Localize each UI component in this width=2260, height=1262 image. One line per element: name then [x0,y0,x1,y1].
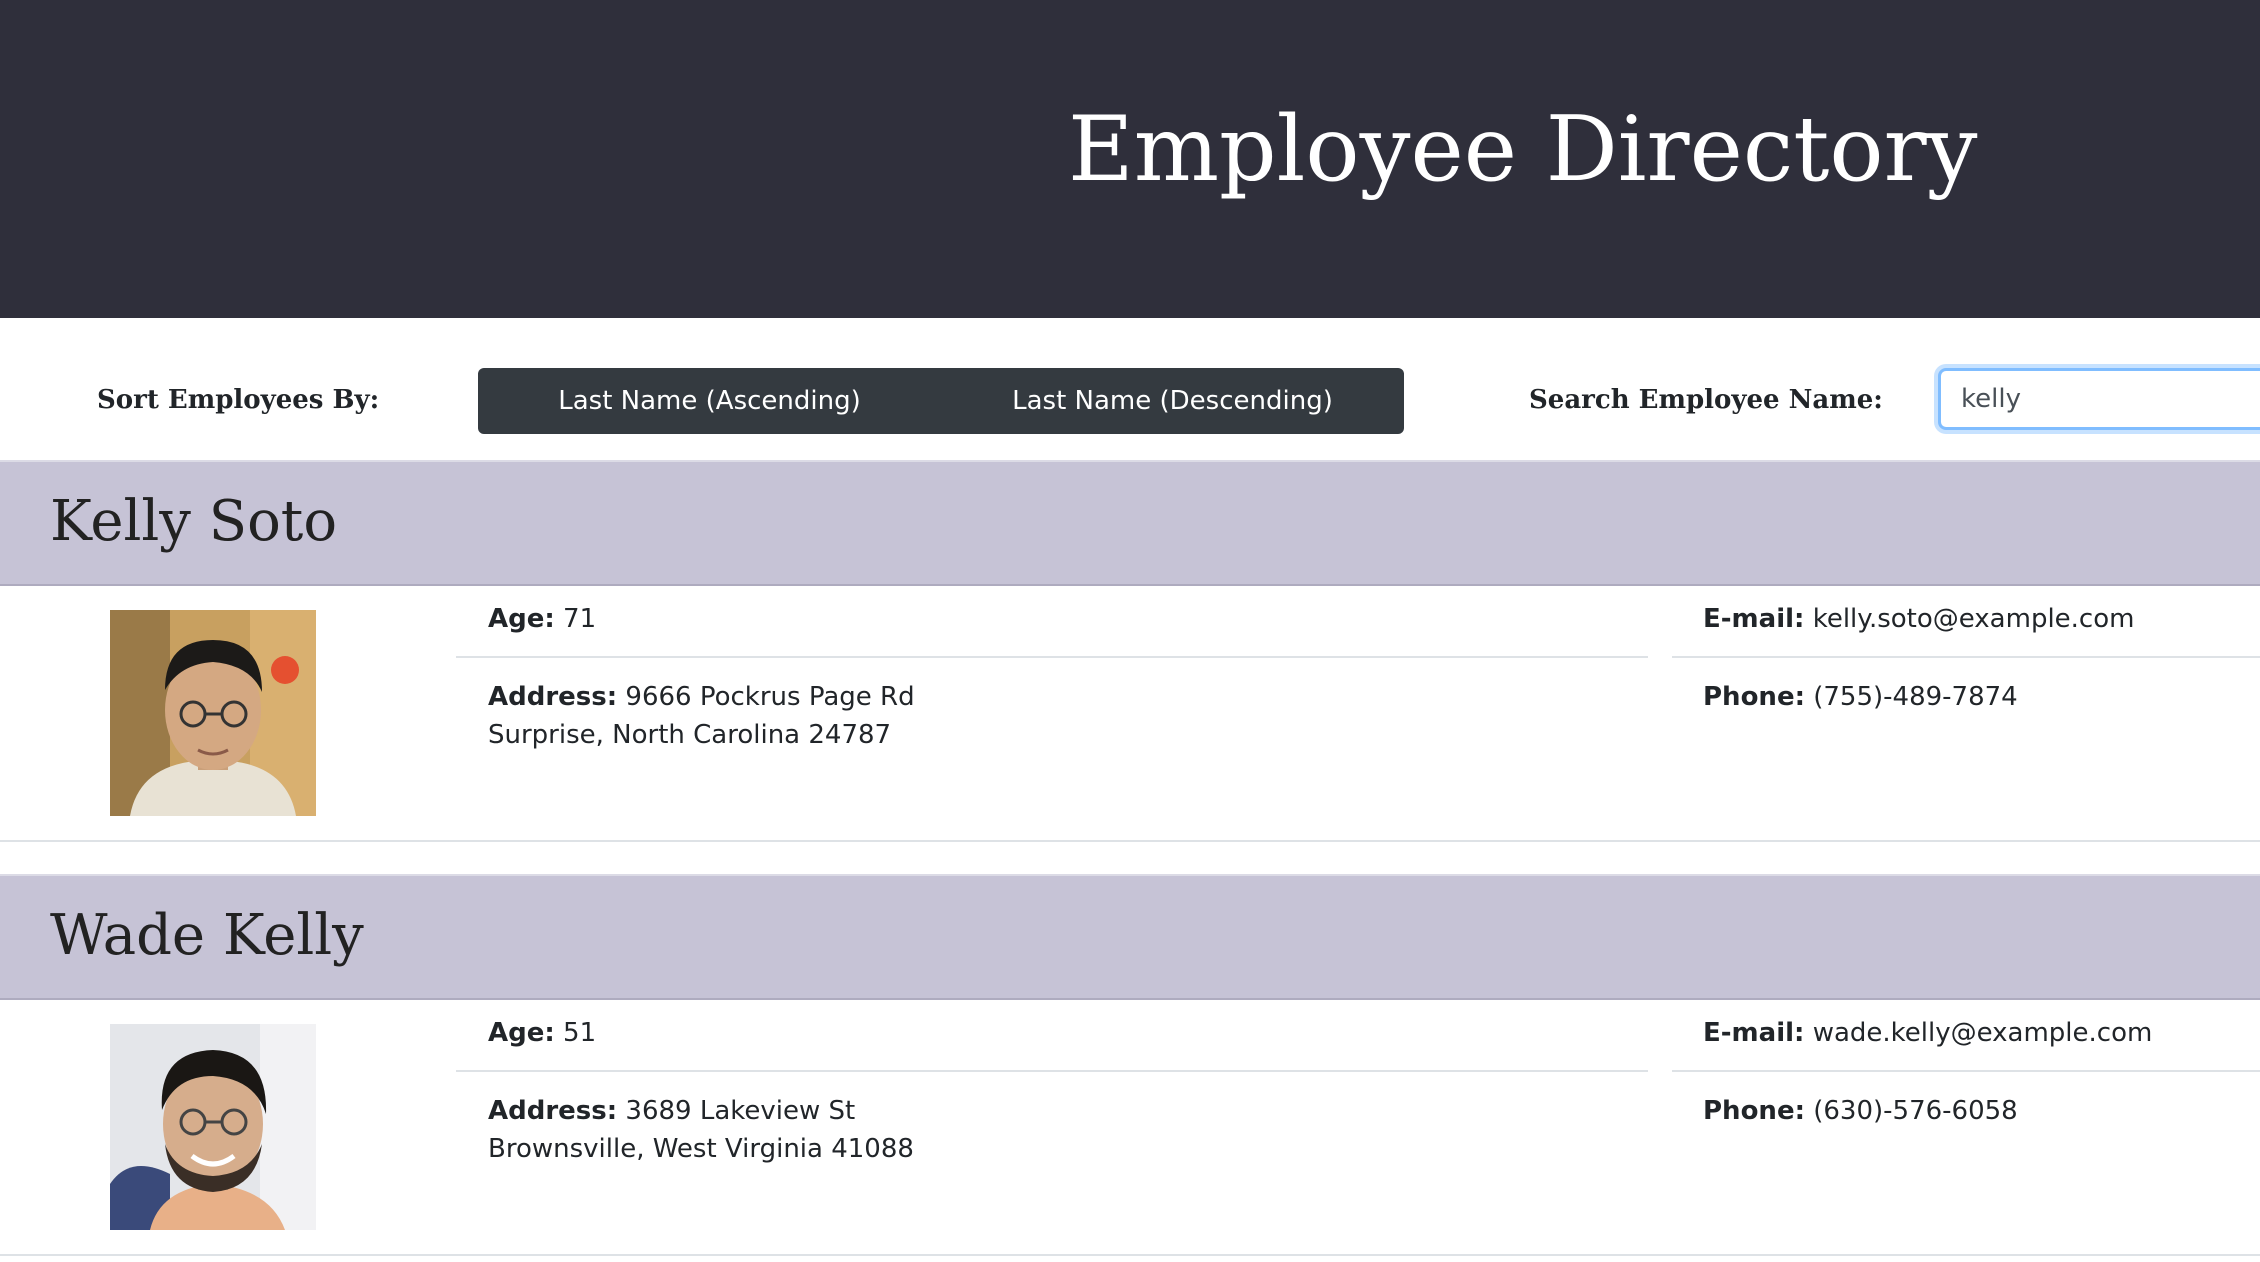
age-value: 71 [563,604,597,634]
employee-name: Wade Kelly [50,903,364,968]
search-input[interactable] [1938,368,2260,430]
divider [456,656,1648,658]
address-line1: 3689 Lakeview St [625,1096,856,1126]
divider [1672,1070,2260,1072]
employee-details: Age: 71 Address: 9666 Pockrus Page Rd Sur… [0,586,2260,842]
employee-email: E-mail: wade.kelly@example.com [1703,1014,2152,1052]
age-label: Age: [488,1018,555,1048]
email-value: wade.kelly@example.com [1812,1018,2153,1048]
phone-value: (630)-576-6058 [1813,1096,2018,1126]
sort-button-group: Last Name (Ascending) Last Name (Descend… [478,368,1404,434]
divider [456,1070,1648,1072]
employee-phone: Phone: (630)-576-6058 [1703,1092,2018,1130]
address-line2: Brownsville, West Virginia 41088 [488,1134,914,1164]
employee-card: Wade Kelly Age: 51 Address: 3689 Lakevie… [0,874,2260,1256]
email-label: E-mail: [1703,604,1805,634]
phone-label: Phone: [1703,1096,1805,1126]
email-label: E-mail: [1703,1018,1805,1048]
employee-photo [110,1024,316,1230]
employee-address: Address: 3689 Lakeview St Brownsville, We… [488,1092,914,1168]
employee-phone: Phone: (755)-489-7874 [1703,678,2018,716]
phone-value: (755)-489-7874 [1813,682,2018,712]
age-label: Age: [488,604,555,634]
search-label: Search Employee Name: [1529,385,1883,415]
phone-label: Phone: [1703,682,1805,712]
address-line1: 9666 Pockrus Page Rd [625,682,915,712]
employee-age: Age: 51 [488,1014,596,1052]
employee-header: Kelly Soto [0,460,2260,586]
page-title: Employee Directory [1068,97,1978,202]
page-header: Employee Directory [0,0,2260,318]
sort-label: Sort Employees By: [97,385,380,415]
address-label: Address: [488,682,618,712]
employee-card: Kelly Soto Age: 71 Address: 9666 Pockrus… [0,460,2260,842]
address-line2: Surprise, North Carolina 24787 [488,720,892,750]
address-label: Address: [488,1096,618,1126]
employee-address: Address: 9666 Pockrus Page Rd Surprise, N… [488,678,915,754]
employee-photo [110,610,316,816]
sort-descending-button[interactable]: Last Name (Descending) [941,368,1404,434]
employee-header: Wade Kelly [0,874,2260,1000]
employee-name: Kelly Soto [50,489,338,554]
age-value: 51 [563,1018,597,1048]
divider [1672,656,2260,658]
employee-email: E-mail: kelly.soto@example.com [1703,600,2134,638]
email-value: kelly.soto@example.com [1812,604,2135,634]
employee-details: Age: 51 Address: 3689 Lakeview St Brownsv… [0,1000,2260,1256]
sort-ascending-button[interactable]: Last Name (Ascending) [478,368,941,434]
employee-age: Age: 71 [488,600,596,638]
